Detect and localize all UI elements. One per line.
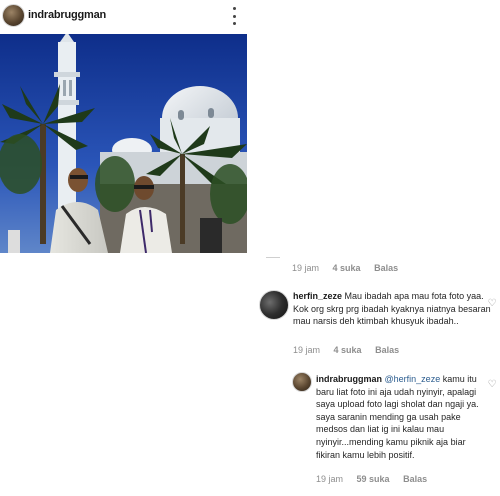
- comment-body: kamu itu baru liat foto ini aja udah nyi…: [316, 374, 479, 460]
- reply-button[interactable]: Balas: [375, 345, 399, 355]
- comment-text: herfin_zeze Mau ibadah apa mau fota foto…: [293, 290, 499, 328]
- commenter-avatar[interactable]: [292, 372, 312, 392]
- heart-outline-icon[interactable]: ♡: [487, 380, 497, 390]
- reply-button[interactable]: Balas: [374, 263, 398, 273]
- comment-text: indrabruggman @herfin_zeze kamu itu baru…: [316, 373, 486, 461]
- commenter-avatar[interactable]: [259, 290, 289, 320]
- comment-meta: 19 jam 59 suka Balas: [316, 474, 438, 484]
- post-header: indrabruggman: [0, 0, 250, 32]
- comment-timestamp: 19 jam: [292, 263, 320, 273]
- comment-username[interactable]: herfin_zeze: [293, 291, 342, 301]
- comment-likes-count[interactable]: 4 suka: [334, 345, 362, 355]
- comment-mention-link[interactable]: @herfin_zeze: [385, 374, 441, 384]
- post-photo[interactable]: [0, 34, 247, 253]
- reply-item: indrabruggman @herfin_zeze kamu itu baru…: [292, 372, 500, 482]
- post-author-avatar[interactable]: [2, 4, 25, 27]
- comment-username[interactable]: indrabruggman: [316, 374, 382, 384]
- comment-timestamp: 19 jam: [293, 345, 321, 355]
- reply-button[interactable]: Balas: [403, 474, 427, 484]
- reply-thread-divider: [266, 257, 280, 258]
- more-options-icon[interactable]: [229, 7, 239, 25]
- top-comment-meta: 19 jam 4 suka Balas: [292, 263, 409, 273]
- comment-timestamp: 19 jam: [316, 474, 344, 484]
- comment-meta: 19 jam 4 suka Balas: [293, 345, 410, 355]
- comment-likes-count[interactable]: 4 suka: [333, 263, 361, 273]
- comment-likes-count[interactable]: 59 suka: [357, 474, 390, 484]
- post-author-username[interactable]: indrabruggman: [28, 9, 106, 21]
- heart-outline-icon[interactable]: ♡: [487, 299, 497, 309]
